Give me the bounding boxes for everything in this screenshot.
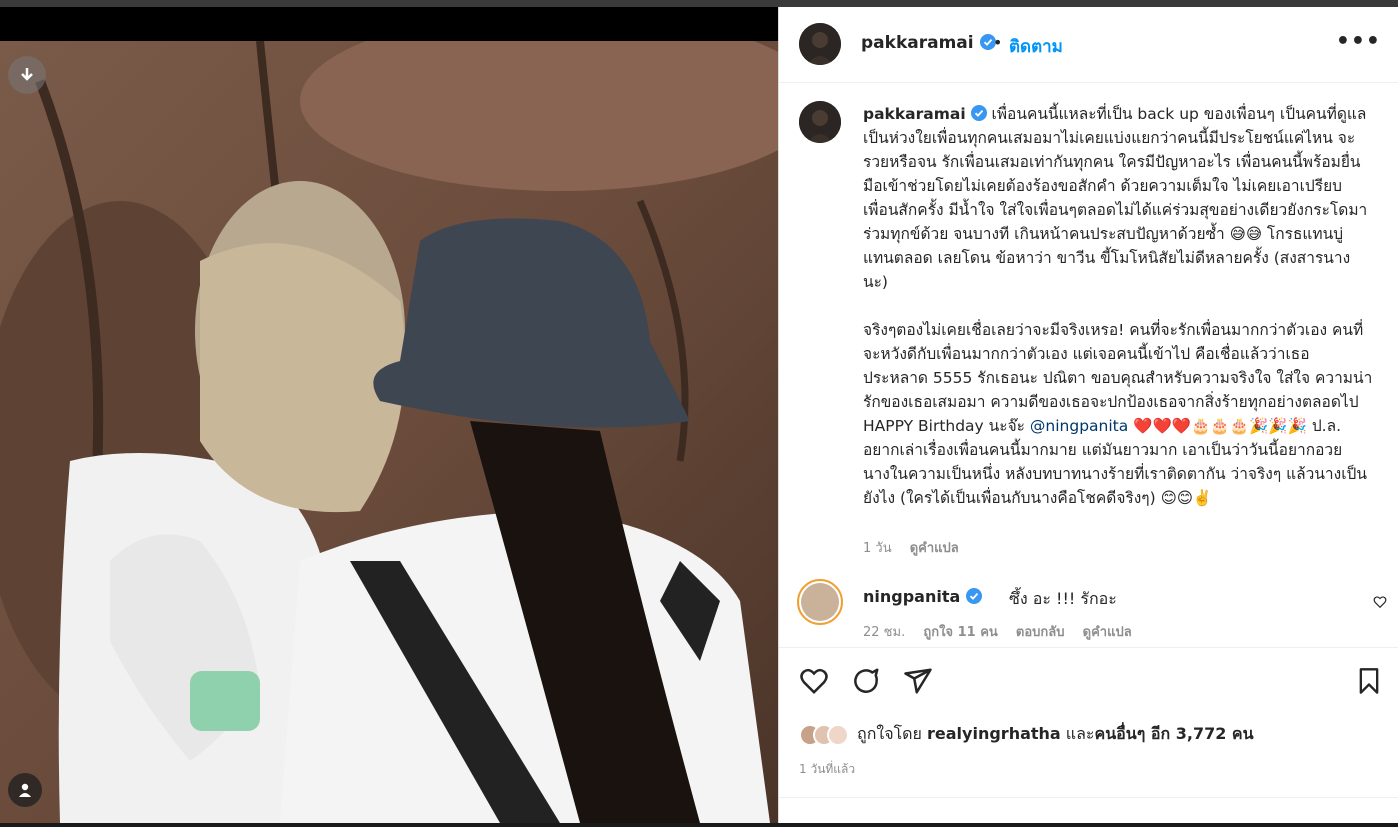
comment-reply-button[interactable]: ตอบกลับ (1016, 625, 1065, 640)
liker-avatar (827, 723, 849, 746)
comment-item: ningpanita ซึ้ง อะ !!! รักอะ 22 ชม. ถูกใ… (779, 575, 1398, 645)
caption-text: pakkaramai เพื่อนคนนี้แหละที่เป็น back u… (863, 102, 1373, 510)
separator-dot: • (993, 33, 1003, 52)
author-avatar[interactable] (799, 23, 841, 65)
caption-username[interactable]: pakkaramai (863, 105, 966, 123)
download-icon (21, 68, 33, 81)
post-photo (0, 41, 778, 823)
caption-meta: 1 วัน ดูคำแปล (863, 537, 973, 558)
likes-others-link[interactable]: คนอื่นๆ อีก 3,772 คน (1095, 724, 1254, 743)
post-timestamp: 1 วันที่แล้ว (799, 762, 856, 776)
user-tag-icon (19, 783, 31, 797)
post-details-panel: pakkaramai • ติดตาม ••• pakkaramai เพื่อ… (778, 7, 1398, 823)
download-button[interactable] (8, 56, 46, 94)
heart-icon[interactable] (799, 666, 829, 696)
post-header: pakkaramai • ติดตาม ••• (779, 7, 1398, 83)
post-media[interactable] (0, 7, 778, 823)
comment-time: 22 ชม. (863, 625, 906, 640)
post-actions: ถูกใจโดย realyingrhatha และคนอื่นๆ อีก 3… (779, 647, 1398, 797)
likes-text: ถูกใจโดย realyingrhatha และคนอื่นๆ อีก 3… (857, 724, 1254, 743)
verified-icon (965, 588, 982, 604)
commenter-username[interactable]: ningpanita (863, 587, 982, 606)
comment-translate-link[interactable]: ดูคำแปล (1083, 625, 1132, 640)
caption-time: 1 วัน (863, 541, 892, 556)
follow-button[interactable]: ติดตาม (1009, 33, 1063, 60)
likes-user-link[interactable]: realyingrhatha (927, 724, 1061, 743)
commenter-avatar[interactable] (797, 579, 843, 625)
comment-likes-link[interactable]: ถูกใจ 11 คน (923, 625, 997, 640)
tagged-users-button[interactable] (8, 773, 42, 807)
comment-text: ซึ้ง อะ !!! รักอะ (1009, 589, 1117, 608)
more-options-icon[interactable]: ••• (1336, 29, 1381, 54)
likes-summary: ถูกใจโดย realyingrhatha และคนอื่นๆ อีก 3… (799, 722, 1254, 747)
comment-like-heart-icon[interactable] (1373, 595, 1387, 609)
caption-mention[interactable]: @ningpanita (1030, 417, 1128, 435)
bookmark-icon[interactable] (1355, 666, 1383, 696)
post-caption: pakkaramai เพื่อนคนนี้แหละที่เป็น back u… (779, 83, 1398, 573)
caption-body: เพื่อนคนนี้แหละที่เป็น back up ของเพื่อน… (863, 105, 1373, 435)
comment-meta: 22 ชม. ถูกใจ 11 คน ตอบกลับ ดูคำแปล (863, 621, 1146, 642)
caption-author-avatar[interactable] (799, 101, 841, 143)
share-icon[interactable] (903, 666, 933, 696)
author-username[interactable]: pakkaramai (861, 33, 996, 53)
caption-translate-link[interactable]: ดูคำแปล (910, 541, 959, 556)
comment-icon[interactable] (851, 666, 881, 696)
verified-icon (970, 105, 987, 121)
browser-top-strip (0, 0, 1398, 7)
